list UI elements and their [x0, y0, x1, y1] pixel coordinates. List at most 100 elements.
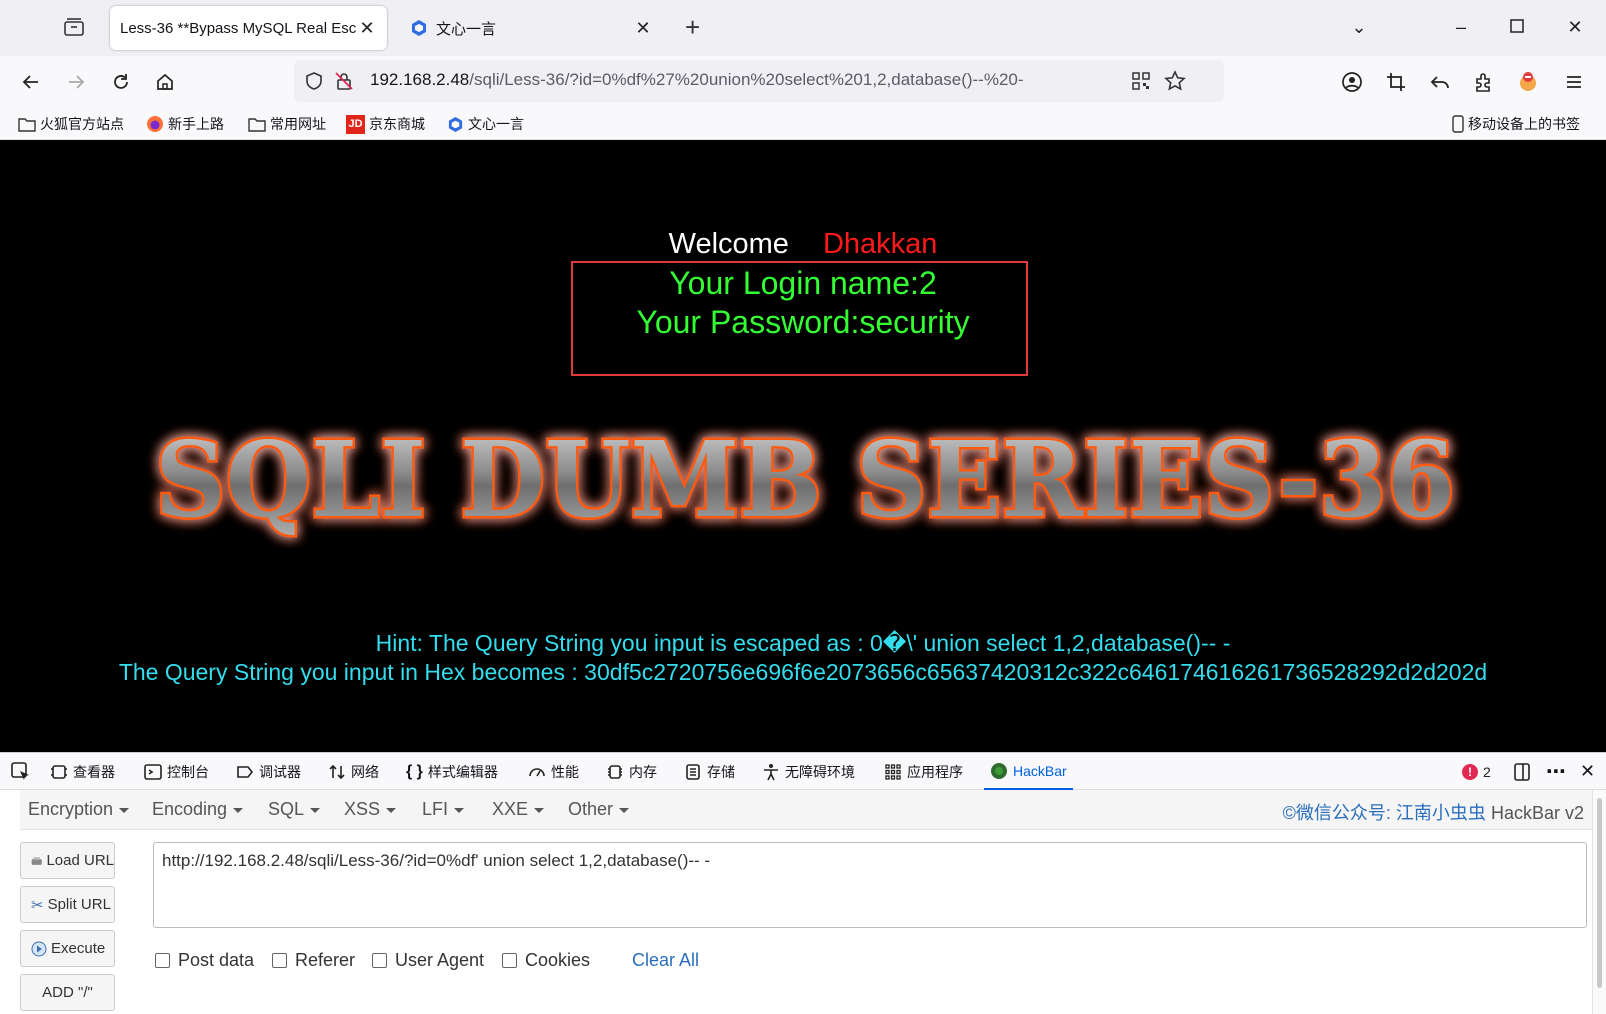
referer-checkbox[interactable]: Referer [272, 950, 355, 971]
checkbox-box[interactable] [155, 953, 170, 968]
tab-memory[interactable]: 内存 [606, 753, 657, 790]
element-picker-icon[interactable] [10, 753, 32, 790]
error-count-badge[interactable]: ! 2 [1462, 753, 1491, 790]
tab-performance[interactable]: 性能 [528, 753, 579, 790]
tab-hackbar[interactable]: HackBar [984, 753, 1073, 790]
bookmark-folder-firefox-official[interactable]: 火狐官方站点 [18, 114, 124, 134]
menu-lfi[interactable]: LFI [422, 799, 465, 820]
crop-screenshot-icon[interactable] [1380, 66, 1412, 98]
menu-label: XXE [492, 799, 529, 819]
application-grid-icon [885, 763, 901, 780]
checkbox-box[interactable] [502, 953, 517, 968]
checkbox-label: Cookies [525, 950, 591, 970]
more-options-icon[interactable]: ⋯ [1546, 753, 1566, 790]
storage-icon [686, 763, 700, 780]
button-label: ADD "/" [42, 984, 93, 1001]
error-icon: ! [1462, 763, 1478, 780]
menu-encryption[interactable]: Encryption [28, 799, 130, 820]
addon-badge-icon[interactable] [1512, 66, 1544, 98]
new-tab-button[interactable]: + [685, 12, 700, 43]
bookmark-label: 文心一言 [468, 116, 524, 132]
tab-storage[interactable]: 存储 [684, 753, 735, 790]
panel-scrollbar[interactable] [1592, 790, 1606, 1014]
jd-logo-icon: JD [346, 114, 365, 134]
console-icon [144, 763, 162, 780]
load-url-button[interactable]: Load URL [20, 842, 115, 879]
insecure-lock-icon[interactable] [334, 71, 354, 91]
folder-icon [18, 118, 36, 132]
cookies-checkbox[interactable]: Cookies [502, 950, 590, 971]
url-text[interactable]: 192.168.2.48/sqli/Less-36/?id=0%df%27%20… [370, 70, 1024, 90]
tab-style-editor[interactable]: { } 样式编辑器 [406, 753, 498, 790]
clear-all-link[interactable]: Clear All [632, 950, 699, 971]
account-icon[interactable] [1336, 66, 1368, 98]
bookmark-star-icon[interactable] [1164, 70, 1186, 92]
extensions-icon[interactable] [1468, 66, 1500, 98]
scrollbar-thumb[interactable] [1597, 798, 1602, 988]
close-tab-icon[interactable]: ✕ [357, 18, 377, 39]
add-slash-button[interactable]: ADD "/" [20, 974, 115, 1011]
forward-icon[interactable] [60, 66, 92, 98]
reload-icon[interactable] [105, 66, 137, 98]
tab-application[interactable]: 应用程序 [884, 753, 963, 790]
tab-debugger[interactable]: 调试器 [236, 753, 301, 790]
tab-network[interactable]: 网络 [328, 753, 379, 790]
close-devtools-icon[interactable]: ✕ [1580, 753, 1595, 790]
tab-label: HackBar [1013, 762, 1067, 779]
checkbox-box[interactable] [272, 953, 287, 968]
minimize-button[interactable]: – [1446, 10, 1476, 44]
bookmark-label: 移动设备上的书签 [1468, 116, 1580, 132]
bookmark-mobile[interactable]: 移动设备上的书签 [1452, 114, 1580, 134]
menu-label: Other [568, 799, 614, 819]
split-url-button[interactable]: ✂ Split URL [20, 886, 115, 923]
dock-side-icon[interactable] [1512, 753, 1532, 790]
error-count: 2 [1483, 763, 1491, 780]
hackbar-url-input[interactable] [153, 842, 1587, 928]
qr-code-icon[interactable] [1132, 72, 1150, 90]
menu-encoding[interactable]: Encoding [152, 799, 244, 820]
firefox-icon [147, 116, 163, 132]
tab-strip: Less-36 **Bypass MySQL Real Esc ✕ 文心一言 ✕… [0, 0, 1606, 56]
tab-accessibility[interactable]: 无障碍环境 [762, 753, 855, 790]
tab-console[interactable]: 控制台 [144, 753, 209, 790]
hackbar-icon [991, 762, 1007, 779]
bookmark-folder-common-sites[interactable]: 常用网址 [248, 114, 326, 134]
close-tab-icon[interactable]: ✕ [633, 18, 653, 39]
welcome-user: Dhakkan [822, 228, 938, 260]
undo-arrow-icon[interactable] [1424, 66, 1456, 98]
menu-label: SQL [268, 799, 305, 819]
menu-sql[interactable]: SQL [268, 799, 321, 820]
menu-hamburger-icon[interactable] [1558, 66, 1590, 98]
url-host: 192.168.2.48 [370, 70, 470, 89]
tab-label: 网络 [351, 763, 379, 780]
menu-other[interactable]: Other [568, 799, 630, 820]
tab-wenxin[interactable]: 文心一言 ✕ [400, 6, 663, 50]
shield-icon[interactable] [304, 71, 324, 91]
home-icon[interactable] [149, 66, 181, 98]
back-icon[interactable] [15, 66, 47, 98]
tab-list-icon[interactable] [62, 16, 88, 40]
execute-button[interactable]: Execute [20, 930, 115, 967]
tab-less36[interactable]: Less-36 **Bypass MySQL Real Esc ✕ [110, 6, 387, 50]
wenxin-icon [412, 20, 426, 36]
banner-text: SQLI DUMB SERIES-36 [155, 418, 1455, 541]
user-agent-checkbox[interactable]: User Agent [372, 950, 484, 971]
maximize-button[interactable] [1502, 10, 1532, 44]
password-text: Your Password:security [636, 304, 970, 340]
menu-xxe[interactable]: XXE [492, 799, 545, 820]
url-bar[interactable]: 192.168.2.48/sqli/Less-36/?id=0%df%27%20… [294, 60, 1224, 102]
bookmark-jd-mall[interactable]: JD 京东商城 [346, 114, 425, 134]
post-data-checkbox[interactable]: Post data [155, 950, 254, 971]
caret-down-icon [233, 807, 244, 813]
tab-label: 样式编辑器 [427, 763, 498, 780]
bookmark-getting-started[interactable]: 新手上路 [146, 114, 224, 134]
checkbox-label: User Agent [395, 950, 485, 970]
close-window-button[interactable]: ✕ [1560, 10, 1590, 44]
tab-overflow-chevron-icon[interactable]: ⌄ [1344, 10, 1374, 44]
menu-xss[interactable]: XSS [344, 799, 397, 820]
button-label: Load URL [46, 852, 114, 869]
menu-label: Encoding [152, 799, 228, 819]
checkbox-box[interactable] [372, 953, 387, 968]
bookmark-wenxin[interactable]: 文心一言 [447, 114, 524, 134]
tab-inspector[interactable]: 查看器 [50, 753, 115, 790]
